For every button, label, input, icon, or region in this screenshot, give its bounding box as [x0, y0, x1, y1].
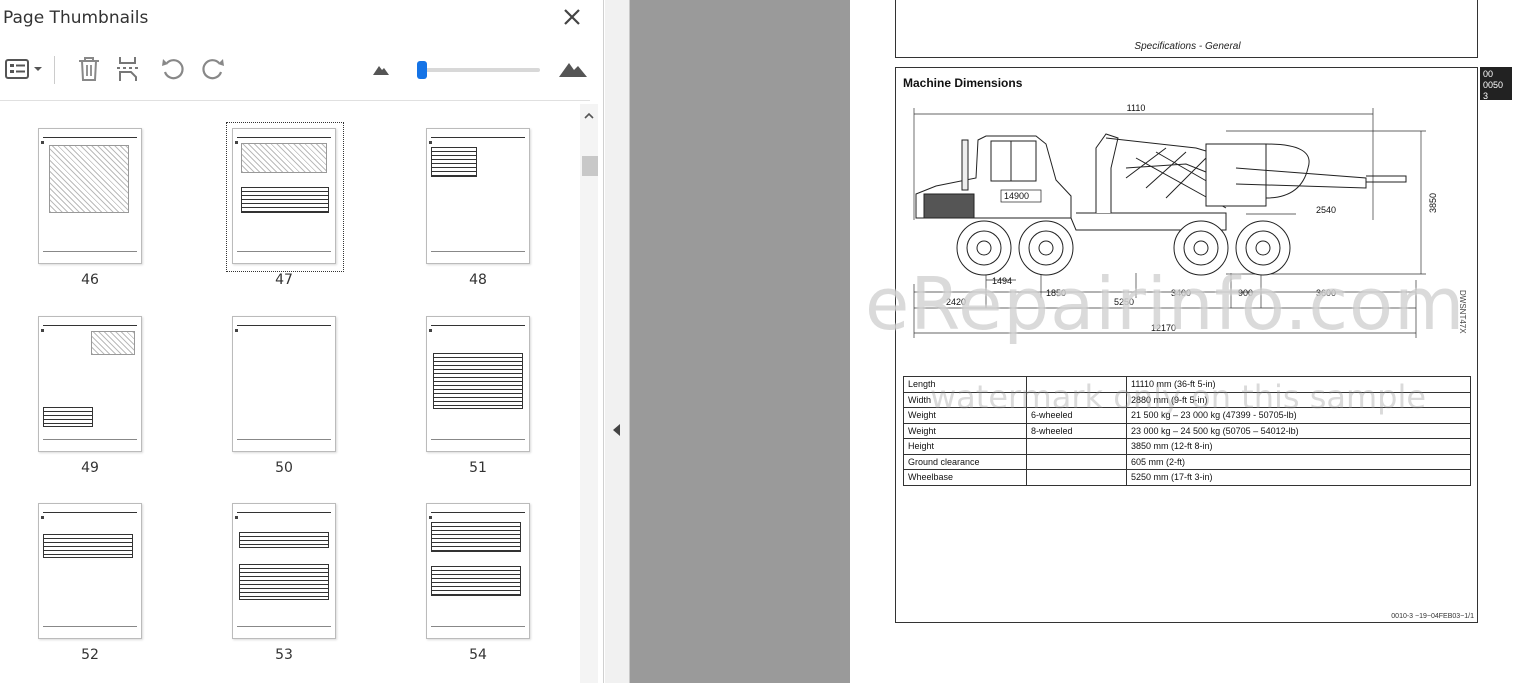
- spec-variant: 8-wheeled: [1026, 422, 1127, 439]
- thumbnail-page-preview: [426, 128, 530, 264]
- list-options-icon: [5, 59, 42, 79]
- extract-pages-button[interactable]: [114, 54, 144, 84]
- page-thumbnail[interactable]: 50: [194, 292, 344, 476]
- thumbnail-page-number: 53: [275, 647, 293, 663]
- zoom-out-button[interactable]: [366, 54, 396, 84]
- delete-pages-button[interactable]: [74, 54, 104, 84]
- thumbnail-page-preview: [38, 503, 142, 639]
- dim-cab: 14900: [1004, 191, 1029, 201]
- mountain-large-icon: [559, 63, 587, 77]
- close-panel-button[interactable]: [560, 5, 584, 29]
- page-thumbnail[interactable]: 46: [0, 104, 150, 288]
- options-menu-button[interactable]: [2, 54, 46, 84]
- section-tab-line: 3: [1483, 91, 1489, 101]
- thumbnail-size-slider[interactable]: [417, 61, 540, 79]
- page-thumbnail[interactable]: 54: [388, 479, 538, 663]
- chevron-up-icon[interactable]: [583, 110, 595, 122]
- spec-variant: [1026, 438, 1127, 455]
- mountain-small-icon: [373, 66, 389, 75]
- spec-name: Height: [903, 438, 1027, 455]
- spec-name: Ground clearance: [903, 453, 1027, 470]
- thumbnail-page-number: 48: [469, 272, 487, 288]
- page-thumbnail[interactable]: 48: [388, 104, 538, 288]
- thumbnail-page-number: 46: [81, 272, 99, 288]
- watermark-subtext: watermark only on this sample: [930, 378, 1427, 416]
- spec-row: Wheelbase 5250 mm (17-ft 3-in): [903, 469, 1471, 486]
- thumbnail-page-number: 51: [469, 460, 487, 476]
- scrollbar-thumb[interactable]: [582, 156, 598, 176]
- page-thumbnail[interactable]: 52: [0, 479, 150, 663]
- slider-thumb[interactable]: [417, 61, 428, 79]
- chevron-left-icon: [613, 424, 620, 436]
- thumbnail-page-preview: [232, 503, 336, 639]
- thumbnail-page-preview: [426, 503, 530, 639]
- thumbnail-page-number: 47: [275, 272, 293, 288]
- thumbnail-page-number: 50: [275, 460, 293, 476]
- spec-variant: [1026, 469, 1127, 486]
- section-tab-line: 0050: [1483, 80, 1504, 90]
- thumbnail-grid: 46 47 48 49 50 51 52 53 54: [0, 104, 578, 683]
- zoom-in-button[interactable]: [556, 54, 590, 84]
- spec-name: Weight: [903, 422, 1027, 439]
- toolbar-divider: [54, 56, 55, 84]
- spec-value: 3850 mm (12-ft 8-in): [1126, 438, 1471, 455]
- trash-icon: [79, 57, 99, 81]
- page-footer-code: 0010-3 −19−04FEB03−1/1: [1391, 613, 1474, 620]
- section-tab-line: 00: [1483, 69, 1494, 79]
- dim-height: 3850: [1428, 193, 1438, 213]
- spec-row: Height 3850 mm (12-ft 8-in): [903, 438, 1471, 455]
- rotate-cw-icon: [202, 59, 224, 80]
- panel-title: Page Thumbnails: [3, 8, 149, 28]
- document-gutter: [605, 0, 850, 683]
- thumbnails-toolbar: [0, 48, 604, 92]
- thumbnail-page-preview: [426, 316, 530, 452]
- spec-value: 23 000 kg – 24 500 kg (50705 – 54012-lb): [1126, 422, 1471, 439]
- page-thumbnail[interactable]: 47: [194, 104, 344, 288]
- section-tab: 00 0050 3: [1480, 67, 1512, 101]
- dim-top: 1110: [1127, 103, 1146, 113]
- spec-row: Weight 8-wheeled 23 000 kg – 24 500 kg (50…: [903, 422, 1471, 439]
- thumbnail-page-number: 54: [469, 647, 487, 663]
- dim-boom: 2540: [1316, 205, 1336, 215]
- page-thumbnails-panel: Page Thumbnails 46 47 48 49 50 51 52 53 …: [0, 0, 604, 683]
- collapse-panel-button[interactable]: [605, 0, 630, 683]
- rotate-ccw-button[interactable]: [158, 54, 188, 84]
- spec-row: Ground clearance 605 mm (2-ft): [903, 453, 1471, 470]
- thumbnail-page-preview: [232, 128, 336, 264]
- thumbnail-page-preview: [38, 316, 142, 452]
- thumbnails-scrollbar[interactable]: [580, 104, 598, 683]
- close-icon: [564, 9, 580, 25]
- page-thumbnail[interactable]: 51: [388, 292, 538, 476]
- thumbnail-page-preview: [38, 128, 142, 264]
- panel-separator: [0, 100, 590, 101]
- watermark-text: eRepairinfo.com: [865, 262, 1466, 346]
- thumbnail-page-preview: [232, 316, 336, 452]
- page-thumbnail[interactable]: 53: [194, 479, 344, 663]
- spec-value: 5250 mm (17-ft 3-in): [1126, 469, 1471, 486]
- thumbnail-page-number: 49: [81, 460, 99, 476]
- spec-variant: [1026, 453, 1127, 470]
- spec-value: 605 mm (2-ft): [1126, 453, 1471, 470]
- page-header: Specifications - General: [895, 0, 1478, 58]
- header-title: Specifications - General: [1134, 41, 1241, 52]
- page-thumbnail[interactable]: 49: [0, 292, 150, 476]
- spec-name: Wheelbase: [903, 469, 1027, 486]
- thumbnail-page-number: 52: [81, 647, 99, 663]
- rotate-ccw-icon: [162, 59, 184, 80]
- rotate-cw-button[interactable]: [198, 54, 228, 84]
- extract-pages-icon: [117, 57, 138, 81]
